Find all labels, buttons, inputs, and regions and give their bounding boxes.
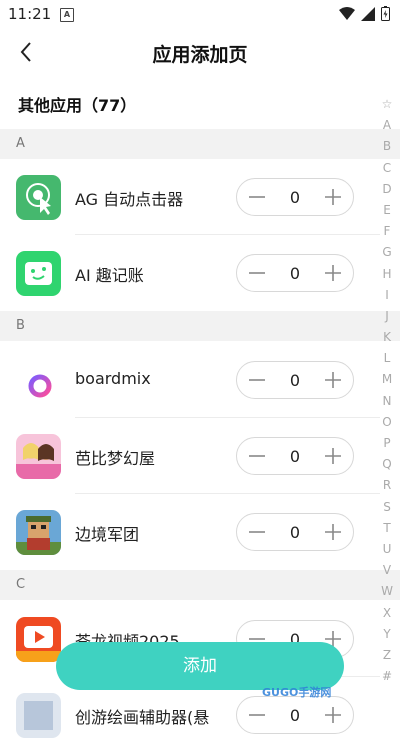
index-letter[interactable]: M bbox=[378, 369, 396, 390]
increment-button[interactable] bbox=[323, 522, 343, 542]
index-letter[interactable]: ☆ bbox=[378, 94, 396, 115]
app-row-ag-clicker: AG 自动点击器 0 bbox=[0, 160, 380, 235]
index-letter[interactable]: O bbox=[378, 412, 396, 433]
increment-button[interactable] bbox=[323, 263, 343, 283]
index-letter[interactable]: A bbox=[378, 115, 396, 136]
app-row-boardmix: boardmix 0 bbox=[0, 343, 380, 418]
quantity-stepper: 0 bbox=[236, 696, 354, 734]
row-divider bbox=[75, 493, 380, 494]
notification-icon: A bbox=[60, 8, 74, 22]
app-row-border-legion: 边境军团 0 bbox=[0, 495, 380, 570]
app-name: 芭比梦幻屋 bbox=[75, 449, 156, 468]
group-header-c: C bbox=[0, 570, 400, 600]
plus-icon bbox=[325, 448, 341, 464]
index-letter[interactable]: E bbox=[378, 200, 396, 221]
index-letter[interactable]: L bbox=[378, 348, 396, 369]
group-header-b: B bbox=[0, 311, 400, 341]
page-title: 应用添加页 bbox=[152, 44, 248, 66]
status-icons bbox=[339, 6, 390, 21]
index-letter[interactable]: B bbox=[378, 136, 396, 157]
index-letter[interactable]: G bbox=[378, 242, 396, 263]
quantity-stepper: 0 bbox=[236, 437, 354, 475]
plus-icon bbox=[325, 707, 341, 723]
app-name: 创游绘画辅助器(悬 bbox=[75, 708, 210, 727]
index-letter[interactable]: X bbox=[378, 603, 396, 624]
canglong-video-app-icon bbox=[16, 617, 61, 662]
group-letter: C bbox=[16, 577, 26, 592]
index-letter[interactable]: # bbox=[378, 666, 396, 687]
index-letter[interactable]: W bbox=[378, 581, 396, 602]
index-letter[interactable]: U bbox=[378, 539, 396, 560]
index-letter[interactable]: F bbox=[378, 221, 396, 242]
section-title: 其他应用（77） bbox=[18, 96, 137, 115]
app-row-ai-accounting: AI 趣记账 0 bbox=[0, 236, 380, 311]
battery-icon bbox=[381, 6, 390, 21]
app-name: boardmix bbox=[75, 369, 151, 388]
quantity-stepper: 0 bbox=[236, 361, 354, 399]
app-bar: 应用添加页 bbox=[0, 28, 400, 78]
index-letter[interactable]: R bbox=[378, 475, 396, 496]
index-letter[interactable]: I bbox=[378, 285, 396, 306]
index-letter[interactable]: Q bbox=[378, 454, 396, 475]
index-letter[interactable]: T bbox=[378, 518, 396, 539]
app-name: 边境军团 bbox=[75, 525, 140, 544]
alphabet-index-bar[interactable]: ☆ A B C D E F G H I J K L M N O P Q R S T U V W X Y Z # bbox=[378, 94, 396, 687]
app-name: AG 自动点击器 bbox=[75, 190, 184, 209]
group-letter: A bbox=[16, 136, 25, 151]
quantity-stepper: 0 bbox=[236, 254, 354, 292]
barbie-app-icon bbox=[16, 434, 61, 479]
increment-button[interactable] bbox=[323, 187, 343, 207]
increment-button[interactable] bbox=[323, 446, 343, 466]
app-name: AI 趣记账 bbox=[75, 266, 144, 285]
quantity-stepper: 0 bbox=[236, 178, 354, 216]
wifi-icon bbox=[339, 6, 355, 20]
index-letter[interactable]: P bbox=[378, 433, 396, 454]
ag-clicker-app-icon bbox=[16, 175, 61, 220]
chuangyou-drawing-app-icon bbox=[16, 693, 61, 738]
index-letter[interactable]: N bbox=[378, 391, 396, 412]
add-button[interactable]: 添加 bbox=[56, 642, 344, 690]
ai-accounting-app-icon bbox=[16, 251, 61, 296]
increment-button[interactable] bbox=[323, 705, 343, 725]
group-letter: B bbox=[16, 318, 25, 333]
group-header-a: A bbox=[0, 129, 400, 159]
index-letter[interactable]: Y bbox=[378, 624, 396, 645]
plus-icon bbox=[325, 265, 341, 281]
watermark: GUGO手游网 bbox=[262, 686, 332, 699]
increment-button[interactable] bbox=[323, 370, 343, 390]
quantity-stepper: 0 bbox=[236, 513, 354, 551]
index-letter[interactable]: K bbox=[378, 327, 396, 348]
index-letter[interactable]: D bbox=[378, 179, 396, 200]
border-legion-app-icon bbox=[16, 510, 61, 555]
plus-icon bbox=[325, 189, 341, 205]
status-time: 11:21 bbox=[8, 5, 52, 23]
signal-icon bbox=[361, 6, 375, 21]
index-letter[interactable]: J bbox=[378, 306, 396, 327]
row-divider bbox=[75, 417, 380, 418]
app-row-barbie: 芭比梦幻屋 0 bbox=[0, 419, 380, 494]
index-letter[interactable]: C bbox=[378, 158, 396, 179]
index-letter[interactable]: H bbox=[378, 264, 396, 285]
row-divider bbox=[75, 234, 380, 235]
boardmix-app-icon bbox=[16, 358, 61, 403]
plus-icon bbox=[325, 524, 341, 540]
index-letter[interactable]: Z bbox=[378, 645, 396, 666]
index-letter[interactable]: S bbox=[378, 497, 396, 518]
index-letter[interactable]: V bbox=[378, 560, 396, 581]
plus-icon bbox=[325, 372, 341, 388]
status-bar: 11:21 A bbox=[0, 0, 400, 28]
